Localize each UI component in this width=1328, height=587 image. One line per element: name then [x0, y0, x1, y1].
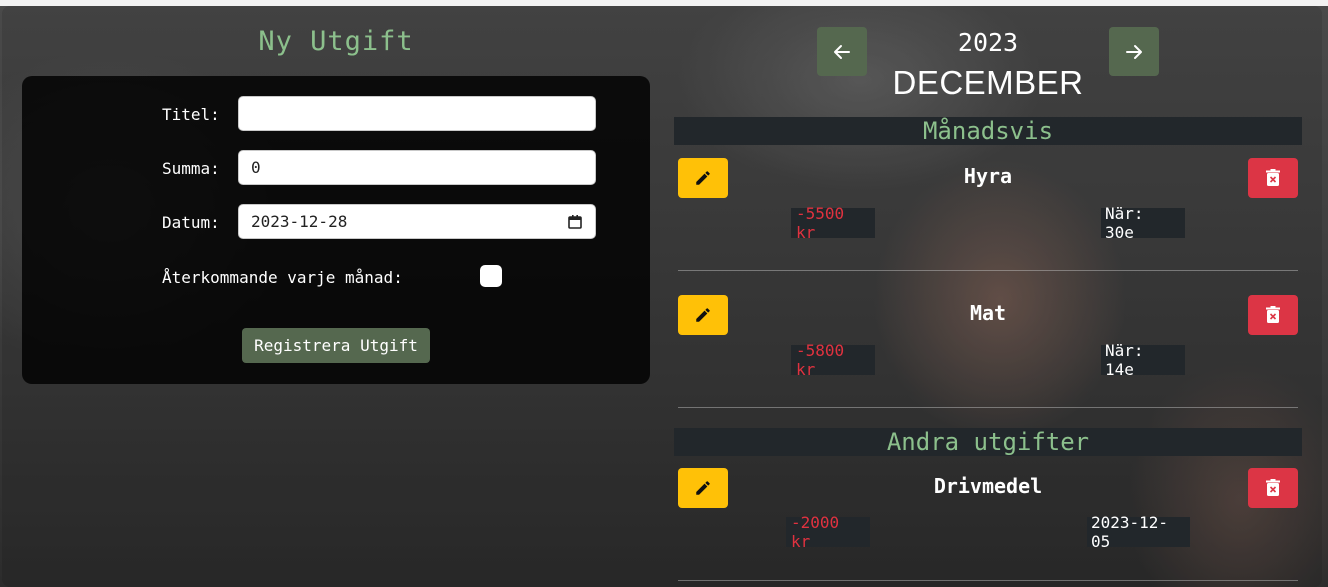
register-expense-button[interactable]: Registrera Utgift — [242, 328, 430, 363]
expense-title: Mat — [969, 301, 1007, 325]
amount-input[interactable]: 0 — [238, 150, 596, 185]
trash-icon — [1266, 479, 1280, 496]
date-label: Datum: — [162, 213, 220, 232]
amount-value: 0 — [251, 158, 261, 177]
edit-button[interactable] — [678, 295, 728, 335]
arrow-right-icon — [1126, 44, 1142, 59]
pencil-icon — [696, 308, 710, 322]
section-other: Andra utgifter — [674, 428, 1302, 456]
new-expense-form: Titel: Summa: 0 Datum: 2023-12-28 Återko… — [22, 76, 650, 384]
year-label: 2023 — [957, 28, 1019, 57]
pencil-icon — [696, 481, 710, 495]
expense-title: Hyra — [963, 164, 1013, 188]
next-month-button[interactable] — [1109, 27, 1159, 76]
divider — [678, 270, 1298, 271]
form-title: Ny Utgift — [258, 26, 414, 57]
delete-button[interactable] — [1248, 468, 1298, 508]
divider — [678, 407, 1298, 408]
expense-date: 2023-12-05 — [1087, 513, 1190, 551]
amount-label: Summa: — [162, 159, 220, 178]
expense-when: När: 30e — [1101, 204, 1185, 242]
section-monthly: Månadsvis — [674, 117, 1302, 145]
title-input[interactable] — [238, 96, 596, 131]
recurring-label: Återkommande varje månad: — [162, 268, 403, 287]
title-label: Titel: — [162, 105, 220, 124]
date-input[interactable]: 2023-12-28 — [238, 204, 596, 239]
recurring-checkbox[interactable] — [480, 265, 502, 287]
edit-button[interactable] — [678, 158, 728, 198]
delete-button[interactable] — [1248, 158, 1298, 198]
pencil-icon — [696, 171, 710, 185]
expense-amount: -5500 kr — [791, 204, 875, 242]
delete-button[interactable] — [1248, 295, 1298, 335]
prev-month-button[interactable] — [817, 27, 867, 76]
expense-when: När: 14e — [1101, 341, 1185, 379]
expense-amount: -2000 kr — [786, 513, 870, 551]
expense-amount: -5800 kr — [791, 341, 875, 379]
trash-icon — [1266, 169, 1280, 186]
calendar-icon[interactable] — [567, 214, 583, 230]
edit-button[interactable] — [678, 468, 728, 508]
date-value: 2023-12-28 — [251, 212, 348, 231]
expense-title: Drivmedel — [933, 474, 1043, 498]
divider — [678, 580, 1298, 581]
month-label: DECEMBER — [892, 64, 1084, 101]
arrow-left-icon — [834, 44, 850, 59]
trash-icon — [1266, 306, 1280, 323]
